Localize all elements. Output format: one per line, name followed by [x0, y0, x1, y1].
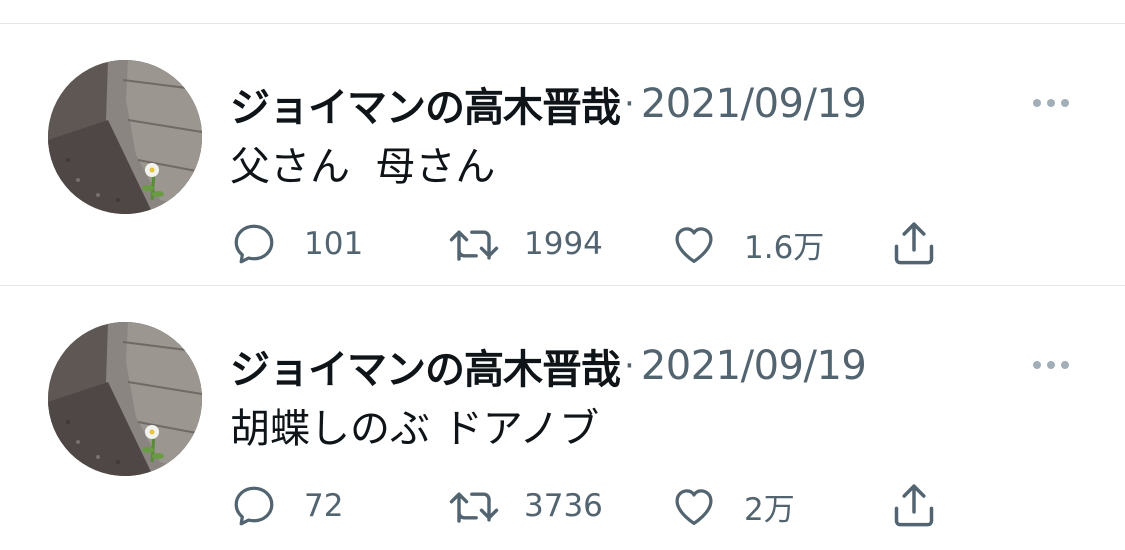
share-icon — [894, 222, 934, 265]
reply-button[interactable]: 101 — [228, 216, 363, 272]
like-button[interactable]: 2万 — [668, 478, 795, 534]
tweet-date[interactable]: 2021/09/19 — [641, 81, 867, 127]
more-icon — [1033, 99, 1041, 107]
more-button[interactable] — [1024, 350, 1078, 380]
tweet[interactable]: ジョイマンの高木晋哉 · 2021/09/19 胡蝶しのぶ ドアノブ 72 37… — [0, 286, 1125, 548]
share-icon — [894, 484, 934, 527]
tweet[interactable]: ジョイマンの高木晋哉 · 2021/09/19 父さん 母さん 101 1994… — [0, 24, 1125, 286]
tweet-date[interactable]: 2021/09/19 — [641, 343, 867, 389]
more-icon-dot — [1061, 361, 1069, 369]
more-button[interactable] — [1024, 88, 1078, 118]
avatar-image — [48, 322, 202, 476]
tweet-text: 胡蝶しのぶ ドアノブ — [230, 406, 600, 452]
more-icon-dot — [1047, 361, 1055, 369]
tweet-actions: 101 1994 1.6万 — [228, 216, 968, 272]
like-count: 1.6万 — [744, 229, 825, 266]
author-name[interactable]: ジョイマンの高木晋哉 — [230, 337, 621, 395]
avatar[interactable] — [48, 60, 202, 214]
more-icon-dot — [1047, 99, 1055, 107]
more-icon-dot — [1061, 99, 1069, 107]
more-icon — [1033, 361, 1041, 369]
retweet-button[interactable]: 1994 — [444, 216, 603, 272]
separator: · — [624, 346, 635, 386]
tweet-text: 父さん 母さん — [230, 144, 496, 190]
share-button[interactable] — [886, 216, 942, 272]
like-count: 2万 — [744, 491, 795, 528]
share-button[interactable] — [886, 478, 942, 534]
heart-icon — [675, 489, 713, 525]
avatar[interactable] — [48, 322, 202, 476]
retweet-count: 1994 — [524, 226, 603, 262]
reply-icon — [234, 224, 274, 264]
tweet-header: ジョイマンの高木晋哉 · 2021/09/19 — [230, 337, 867, 395]
reply-icon — [234, 486, 274, 526]
heart-icon — [675, 227, 713, 263]
retweet-count: 3736 — [524, 488, 603, 524]
separator: · — [624, 84, 635, 124]
tweet-actions: 72 3736 2万 — [228, 478, 968, 534]
retweet-icon — [449, 492, 499, 523]
reply-count: 101 — [304, 226, 364, 262]
like-button[interactable]: 1.6万 — [668, 216, 824, 272]
retweet-icon — [449, 230, 499, 261]
author-name[interactable]: ジョイマンの高木晋哉 — [230, 75, 621, 133]
tweet-header: ジョイマンの高木晋哉 · 2021/09/19 — [230, 75, 867, 133]
reply-count: 72 — [304, 488, 344, 524]
reply-button[interactable]: 72 — [228, 478, 343, 534]
retweet-button[interactable]: 3736 — [444, 478, 603, 534]
avatar-image — [48, 60, 202, 214]
